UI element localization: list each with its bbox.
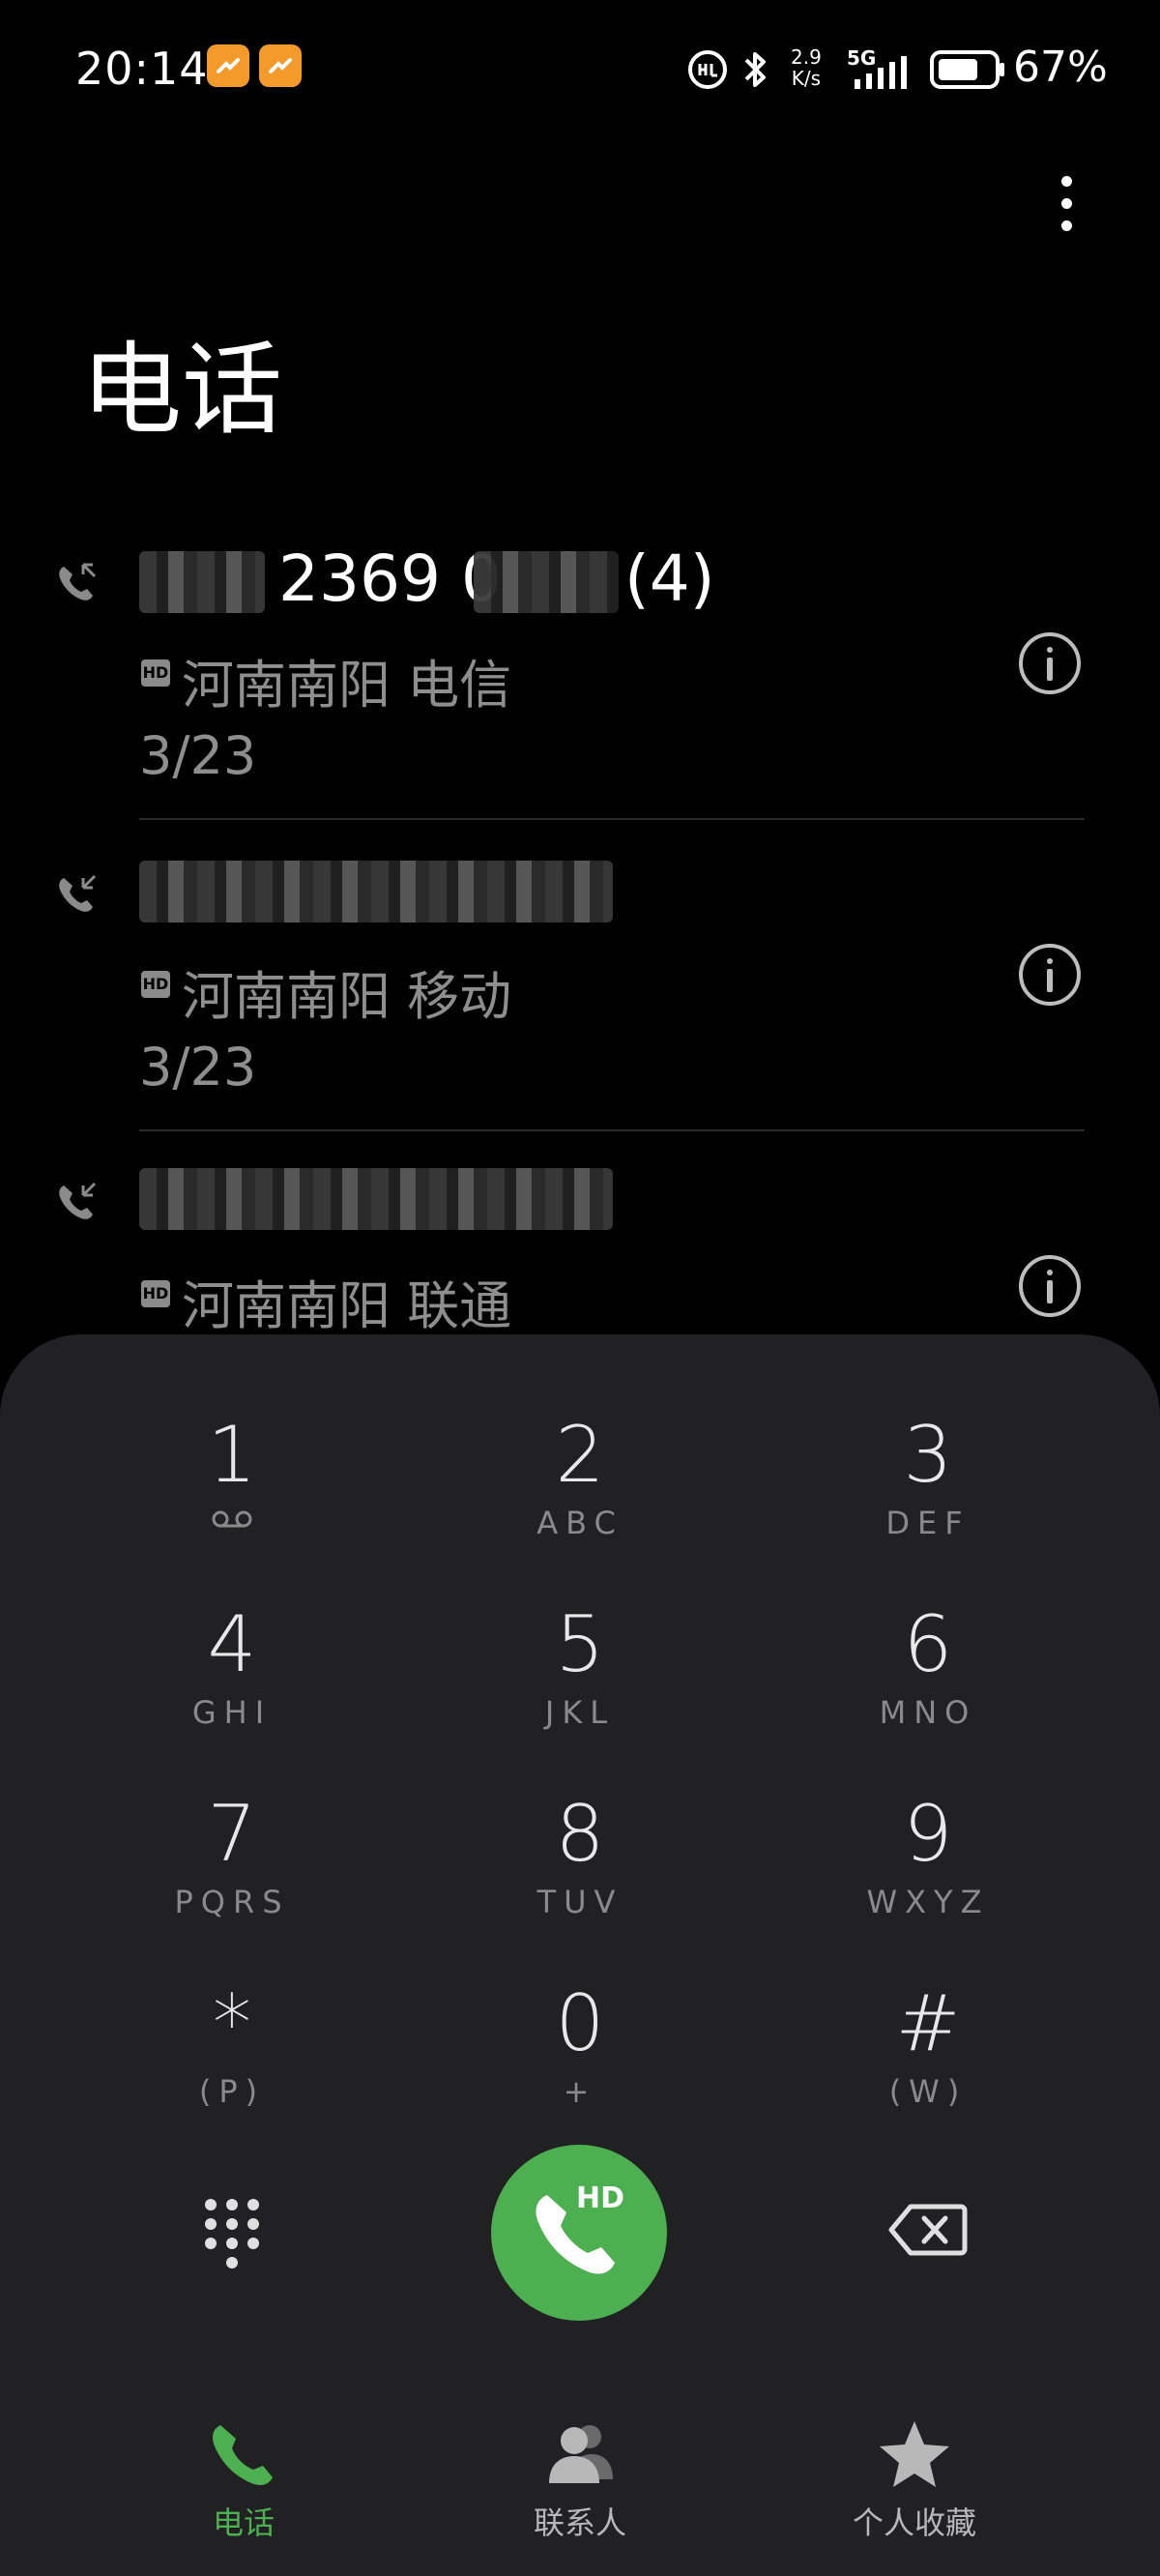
call-log-item[interactable]: HD 河南南阳 联通 (0, 1164, 1160, 1336)
phone-icon (213, 2425, 273, 2485)
dial-letters: + (563, 2073, 597, 2110)
dial-key-hash[interactable]: # (W) (783, 1980, 1073, 2154)
dial-key-5[interactable]: 5 JKL (435, 1601, 725, 1775)
dial-digit: 9 (903, 1789, 953, 1879)
hd-badge: HD (141, 1280, 170, 1307)
dial-key-0[interactable]: 0 + (435, 1980, 725, 2154)
more-dot-icon (1060, 198, 1072, 209)
hd-badge: HD (141, 971, 170, 998)
dial-key-star[interactable]: * (P) (87, 1980, 377, 2154)
dial-letters: PQRS (174, 1884, 290, 1920)
dial-key-2[interactable]: 2 ABC (435, 1412, 725, 1586)
call-count: (4) (624, 542, 715, 616)
dial-key-6[interactable]: 6 MNO (783, 1601, 1073, 1775)
dial-letters: TUV (536, 1884, 624, 1920)
outgoing-call-icon (59, 1182, 97, 1219)
dial-digit: # (895, 1978, 961, 2068)
status-bar: 20:14 2.9 K/s 5G 67% (0, 0, 1160, 135)
call-location: 河南南阳 移动 (182, 966, 512, 1027)
dial-letters: DEF (885, 1505, 971, 1541)
incoming-call-icon (59, 563, 97, 600)
backspace-button[interactable] (887, 2201, 969, 2259)
network-speed: 2.9 K/s (791, 45, 822, 90)
bottom-nav: 电话 联系人 个人收藏 (0, 2398, 1160, 2576)
tab-label: 联系人 (533, 2504, 626, 2541)
call-info-button[interactable] (1019, 944, 1081, 1006)
call-log-item[interactable]: 2369 0 (4) HD 河南南阳 电信 3/23 (0, 542, 1160, 853)
dial-key-1[interactable]: 1 (87, 1412, 377, 1586)
hd-voice-icon (688, 50, 727, 89)
dial-digit: * (213, 1978, 251, 2068)
page-title: 电话 (81, 331, 283, 449)
dial-digit: 3 (903, 1410, 953, 1500)
more-dot-icon (1060, 220, 1072, 231)
star-icon (880, 2421, 949, 2487)
call-location: 河南南阳 联通 (182, 1275, 512, 1336)
dial-digit: 2 (555, 1410, 605, 1500)
hd-badge: HD (141, 659, 170, 687)
tab-favorites[interactable]: 个人收藏 (769, 2398, 1059, 2543)
phone-icon (536, 2195, 615, 2274)
dial-letters: GHI (191, 1694, 273, 1731)
redacted-number-block (474, 551, 619, 613)
redacted-number-block (139, 1168, 613, 1230)
dial-digit: 0 (555, 1978, 605, 2068)
tab-contacts[interactable]: 联系人 (435, 2398, 725, 2543)
hd-call-label: HD (576, 2181, 625, 2215)
voicemail-icon (212, 1510, 252, 1528)
bluetooth-icon (744, 52, 766, 87)
tab-phone[interactable]: 电话 (99, 2398, 389, 2543)
call-info-button[interactable] (1019, 632, 1081, 694)
dial-key-7[interactable]: 7 PQRS (87, 1791, 377, 1965)
more-options-button[interactable] (1044, 168, 1088, 242)
app-notification-icon (259, 44, 302, 87)
tab-label: 电话 (212, 2504, 275, 2541)
call-location: 河南南阳 电信 (182, 655, 512, 716)
dial-key-8[interactable]: 8 TUV (435, 1791, 725, 1965)
call-button[interactable]: HD (491, 2145, 667, 2321)
contacts-icon (549, 2425, 613, 2483)
outgoing-call-icon (59, 874, 97, 912)
dial-key-9[interactable]: 9 WXYZ (783, 1791, 1073, 1965)
battery-icon (930, 50, 1004, 89)
status-time: 20:14 (75, 43, 209, 95)
dial-letters: WXYZ (866, 1884, 990, 1920)
divider (139, 818, 1085, 820)
battery-percent: 67% (1013, 43, 1108, 92)
call-log-item[interactable]: HD 河南南阳 移动 3/23 (0, 853, 1160, 1164)
dial-letters: (P) (198, 2073, 266, 2110)
call-date: 3/23 (139, 725, 257, 786)
keypad-toggle-button[interactable] (193, 2193, 271, 2270)
call-date: 3/23 (139, 1037, 257, 1098)
dial-digit: 7 (207, 1789, 257, 1879)
dial-letters: (W) (888, 2073, 968, 2110)
keypad-grid-icon (205, 2199, 259, 2269)
dial-letters: ABC (536, 1505, 624, 1541)
more-dot-icon (1060, 176, 1072, 187)
dial-key-3[interactable]: 3 DEF (783, 1412, 1073, 1586)
signal-icon (855, 56, 907, 89)
tab-label: 个人收藏 (852, 2504, 976, 2541)
redacted-number-block (139, 861, 613, 922)
backspace-icon (888, 2204, 968, 2256)
dial-letters: MNO (879, 1694, 977, 1731)
divider (139, 1129, 1085, 1131)
dial-digit: 1 (207, 1410, 257, 1500)
dial-letters: JKL (544, 1694, 616, 1731)
call-info-button[interactable] (1019, 1255, 1081, 1317)
dial-digit: 4 (207, 1599, 257, 1689)
dial-digit: 6 (903, 1599, 953, 1689)
call-number: 2369 0 (278, 542, 502, 616)
dial-key-4[interactable]: 4 GHI (87, 1601, 377, 1775)
redacted-number-block (139, 551, 265, 613)
dial-digit: 8 (555, 1789, 605, 1879)
dial-digit: 5 (555, 1599, 605, 1689)
app-notification-icon (207, 44, 249, 87)
